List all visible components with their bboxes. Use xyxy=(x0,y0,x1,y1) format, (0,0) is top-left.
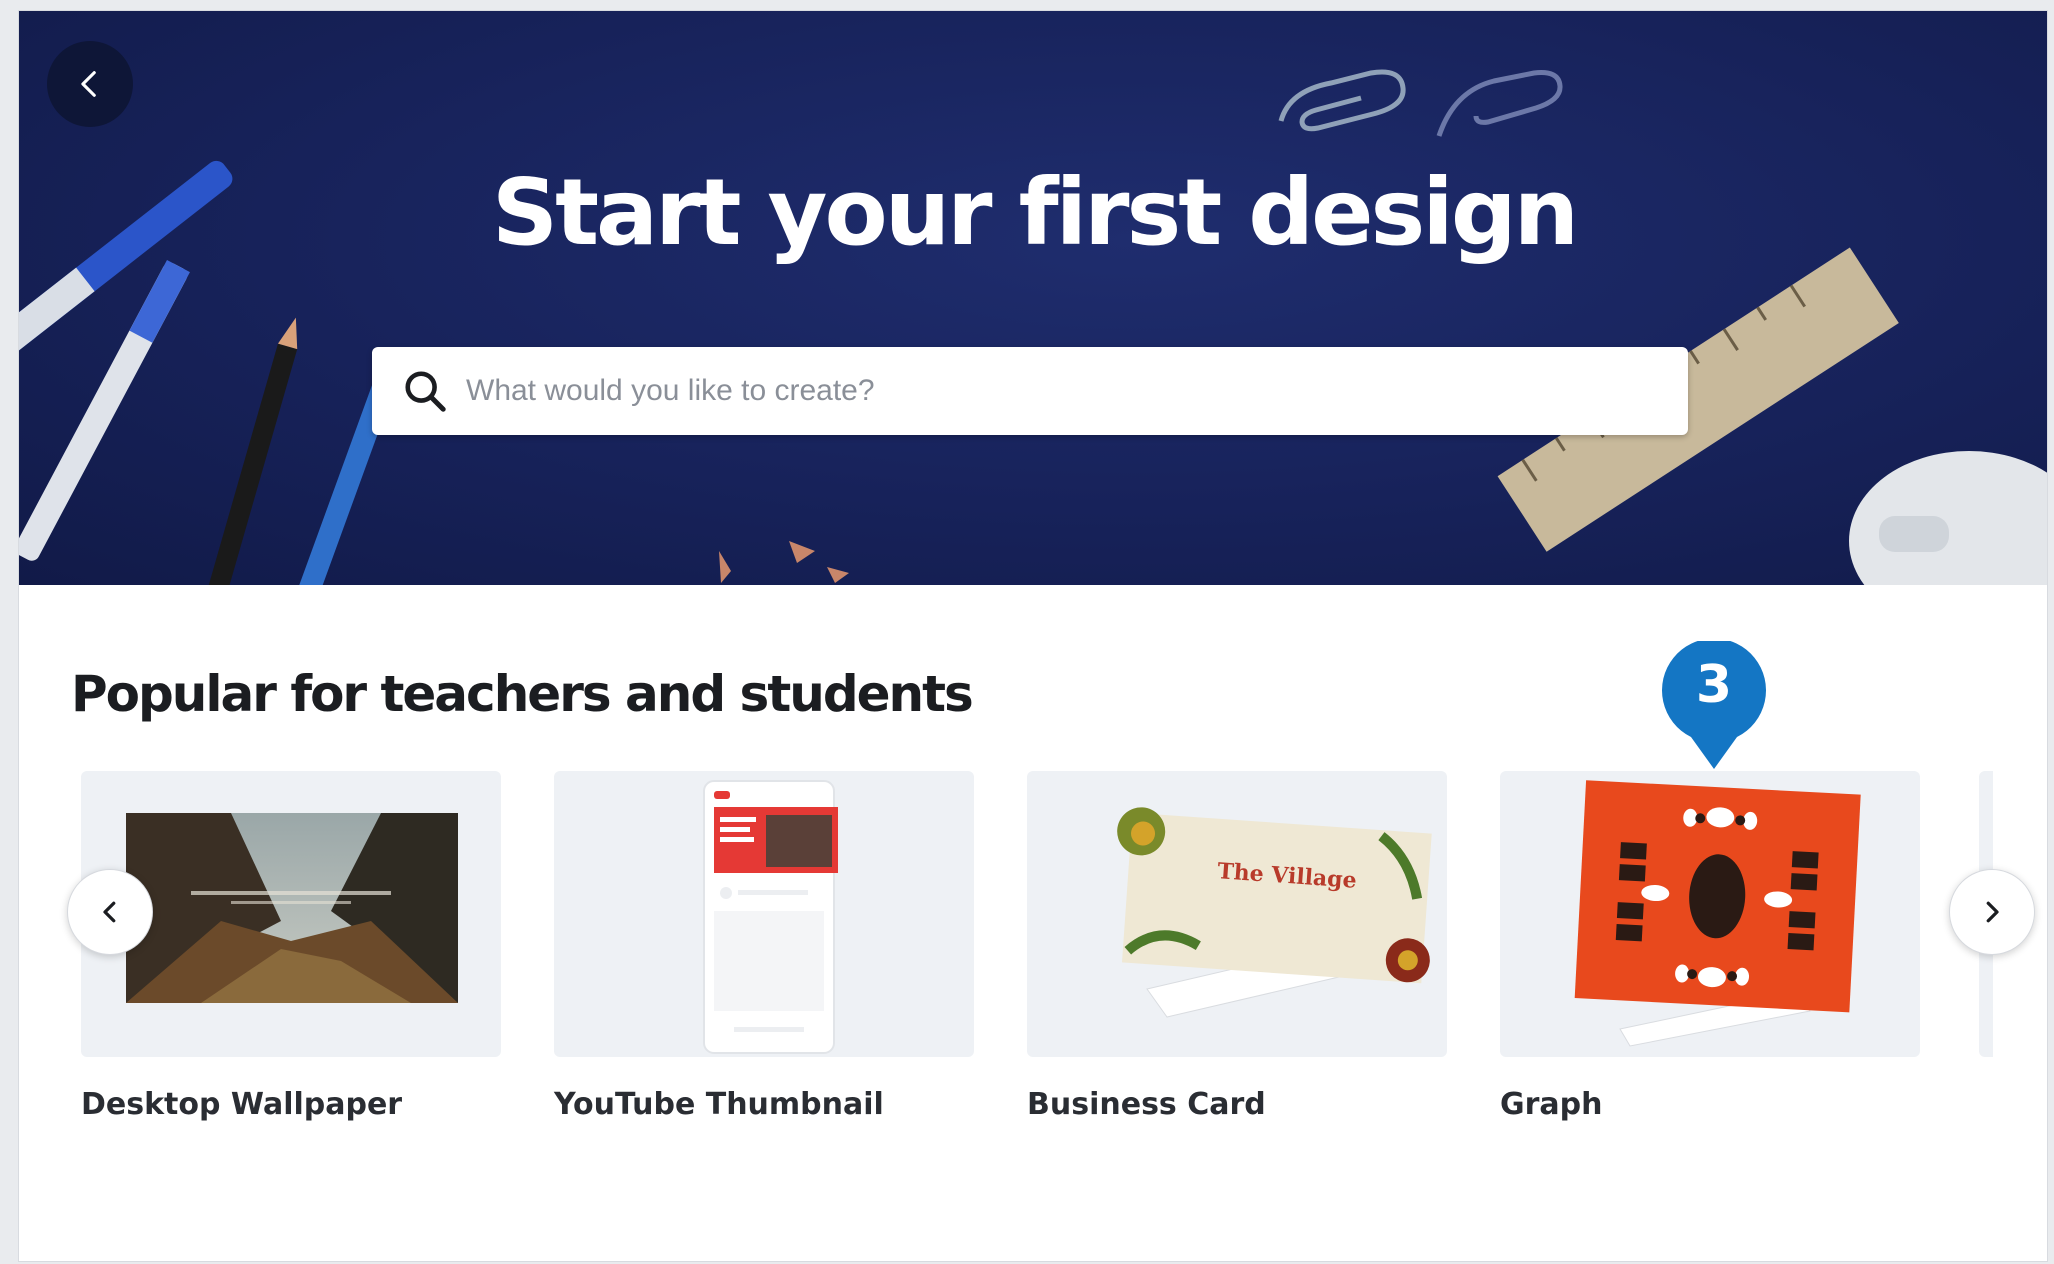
page-title: Start your first design xyxy=(491,159,1579,266)
youtube-thumbnail-preview xyxy=(703,780,838,1054)
carousel-next-button[interactable] xyxy=(1949,869,2035,955)
design-type-carousel: Desktop Wallpaper YouTube Thumbnail The … xyxy=(19,771,2047,1151)
graph-preview xyxy=(1574,780,1861,1047)
carousel-prev-button[interactable] xyxy=(67,869,153,955)
app-frame: Start your first design Popular for teac… xyxy=(18,10,2048,1262)
section-title: Popular for teachers and students xyxy=(71,665,974,723)
card-thumbnail: The Village xyxy=(1027,771,1447,1057)
step-badge: 3 xyxy=(1661,638,1767,771)
back-button[interactable] xyxy=(47,41,133,127)
card-label: Business Card xyxy=(1027,1087,1266,1122)
chevron-left-icon xyxy=(103,901,116,923)
card-label: Graph xyxy=(1500,1087,1603,1122)
card-desktop-wallpaper[interactable]: Desktop Wallpaper xyxy=(81,771,501,1122)
stationery-illustration xyxy=(19,69,2047,585)
search-bar[interactable] xyxy=(372,347,1688,435)
business-card-preview xyxy=(1117,807,1432,1018)
chevron-right-icon xyxy=(1986,901,1999,923)
card-graph[interactable]: Graph xyxy=(1500,771,1920,1122)
card-thumbnail xyxy=(554,771,974,1057)
card-label: YouTube Thumbnail xyxy=(554,1087,884,1122)
hero-banner: Start your first design xyxy=(19,11,2047,585)
card-label: Desktop Wallpaper xyxy=(81,1087,403,1122)
card-youtube-thumbnail[interactable]: YouTube Thumbnail xyxy=(554,771,974,1122)
chevron-left-icon xyxy=(81,71,96,97)
card-business-card[interactable]: The Village Business Card xyxy=(1027,771,1447,1122)
card-thumbnail xyxy=(1500,771,1920,1057)
step-number: 3 xyxy=(1695,655,1733,715)
search-icon xyxy=(405,371,446,412)
search-input[interactable] xyxy=(466,361,1688,421)
